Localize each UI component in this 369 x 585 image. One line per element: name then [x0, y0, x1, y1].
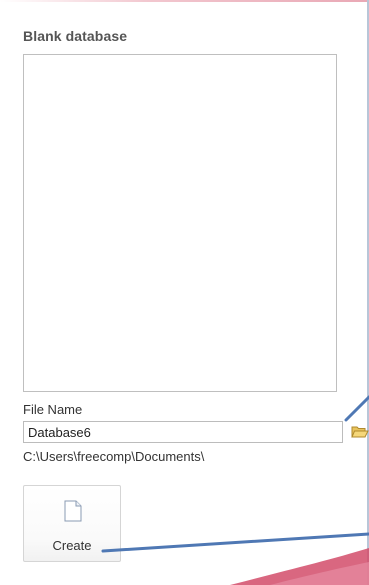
folder-open-icon	[351, 426, 369, 438]
section-title: Blank database	[23, 28, 128, 44]
save-location-path: C:\Users\freecomp\Documents\	[23, 449, 205, 464]
blank-document-icon	[64, 500, 82, 522]
browse-location-button[interactable]	[351, 424, 369, 440]
create-button[interactable]: Create	[23, 485, 121, 562]
callout-arrow-create	[101, 532, 369, 553]
top-divider	[0, 0, 369, 2]
create-button-label: Create	[52, 538, 92, 553]
file-name-label: File Name	[23, 402, 83, 417]
callout-arrow-file-name	[344, 395, 369, 422]
database-preview-pane	[23, 54, 337, 392]
file-name-input[interactable]	[23, 421, 343, 443]
